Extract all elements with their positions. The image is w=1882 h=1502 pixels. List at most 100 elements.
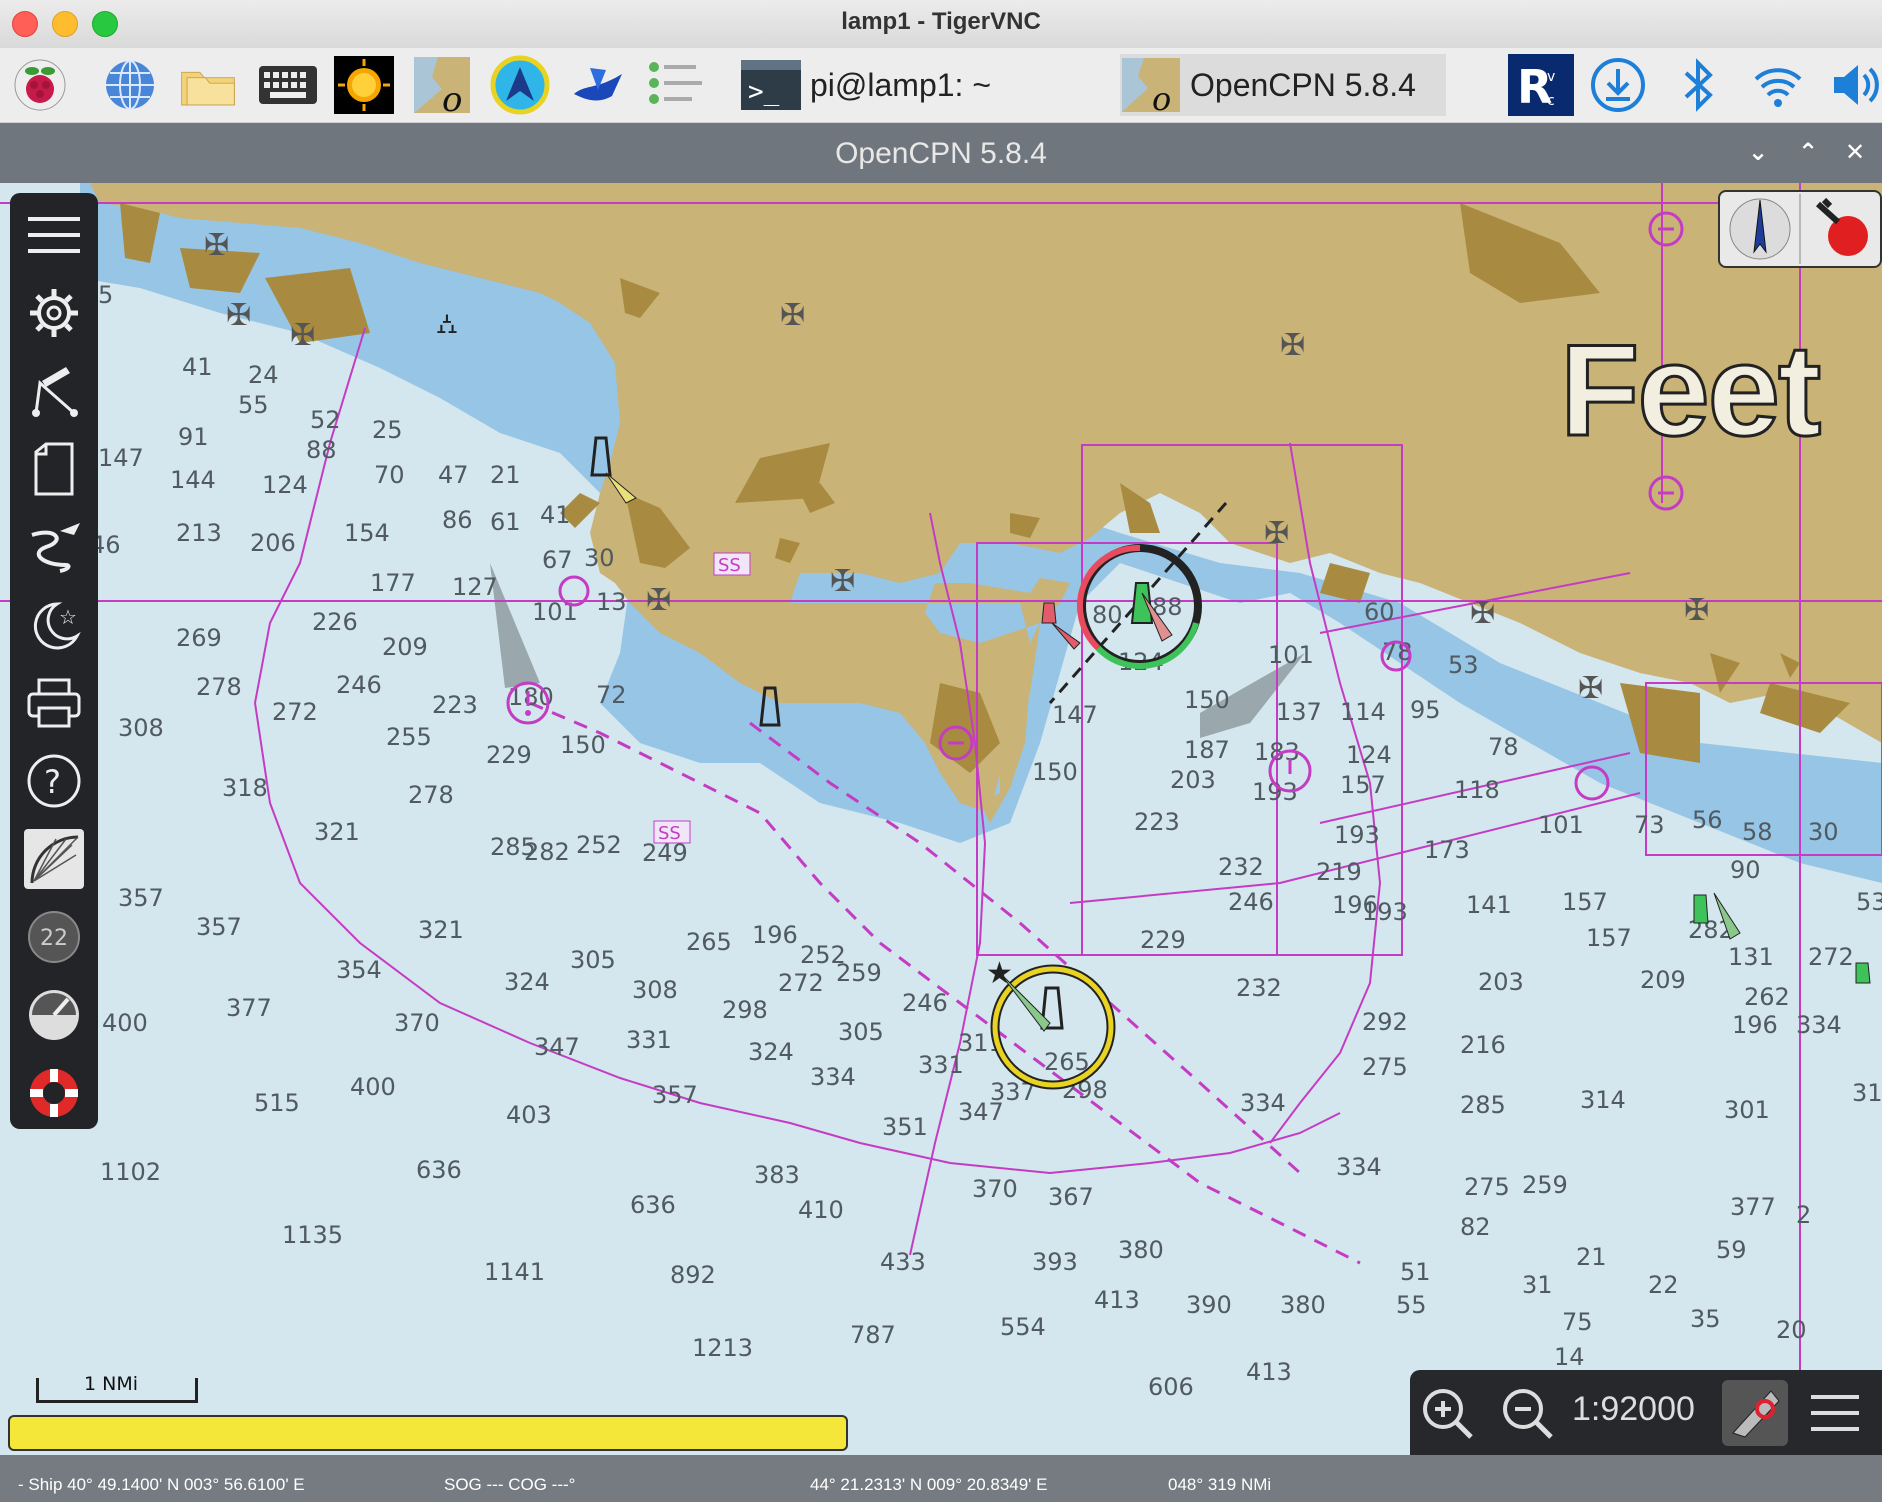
dashboard-icon[interactable] — [24, 985, 84, 1045]
wifi-icon[interactable] — [1748, 56, 1808, 114]
document-icon[interactable] — [24, 439, 84, 499]
svg-text:✠: ✠ — [226, 298, 251, 333]
svg-text:✠: ✠ — [204, 228, 229, 263]
depth-sounding: 35 — [1690, 1305, 1721, 1333]
depth-sounding: 400 — [350, 1073, 396, 1101]
depth-sounding: 606 — [1148, 1373, 1194, 1401]
compass-icon[interactable]: 22 — [24, 907, 84, 967]
depth-sounding: 275 — [1464, 1173, 1510, 1201]
depth-sounding: 232 — [1236, 974, 1282, 1002]
radar-icon[interactable] — [24, 829, 84, 889]
opencpn-launcher-icon[interactable]: o — [412, 56, 472, 115]
download-icon[interactable] — [1588, 56, 1648, 114]
depth-sounding: 377 — [226, 994, 272, 1022]
depth-sounding: 272 — [1808, 943, 1854, 971]
depth-sounding: 232 — [1218, 853, 1264, 881]
depth-sounding: 285 — [1460, 1091, 1506, 1119]
depth-sounding: 203 — [1170, 766, 1216, 794]
app-launcher-icon[interactable] — [490, 55, 550, 115]
opencpn-task-button[interactable]: o OpenCPN 5.8.4 — [1120, 54, 1446, 116]
task-list-icon[interactable] — [646, 56, 706, 114]
depth-sounding: 144 — [170, 466, 216, 494]
depth-sounding: 636 — [416, 1156, 462, 1184]
depth-sounding: 262 — [1744, 983, 1790, 1011]
zoom-out-icon[interactable] — [1494, 1380, 1560, 1446]
chart-bar-toggle-icon[interactable] — [1722, 1380, 1788, 1446]
ss-label: SS — [718, 555, 741, 576]
app-launcher-2-icon[interactable] — [568, 56, 628, 114]
weather-sun-icon[interactable] — [334, 56, 394, 114]
depth-sounding: 318 — [222, 774, 268, 802]
depth-sounding: 334 — [1240, 1089, 1286, 1117]
depth-sounding: 321 — [314, 818, 360, 846]
lifering-icon[interactable] — [24, 1063, 84, 1123]
chevron-up-icon[interactable]: ⌃ — [1793, 137, 1823, 167]
depth-sounding: 393 — [1032, 1248, 1078, 1276]
web-browser-icon[interactable] — [100, 56, 160, 114]
menu-icon[interactable] — [24, 205, 84, 265]
depth-sounding: 305 — [570, 946, 616, 974]
depth-sounding: 147 — [1052, 701, 1098, 729]
depth-sounding: 124 — [1346, 741, 1392, 769]
depth-sounding: 259 — [1522, 1171, 1568, 1199]
night-mode-icon[interactable]: ☆ — [24, 595, 84, 655]
print-icon[interactable] — [24, 673, 84, 733]
depth-sounding: 56 — [1692, 806, 1723, 834]
svg-text:o: o — [442, 80, 462, 115]
depth-sounding: 305 — [838, 1018, 884, 1046]
depth-sounding: 118 — [1454, 776, 1500, 804]
depth-sounding: 383 — [754, 1161, 800, 1189]
chart-bar-yellow[interactable] — [8, 1415, 848, 1451]
track-icon[interactable] — [24, 517, 84, 577]
chevron-down-icon[interactable]: ⌄ — [1743, 137, 1773, 167]
depth-sounding: 72 — [596, 681, 627, 709]
svg-text:✠: ✠ — [830, 564, 855, 599]
zoom-in-icon[interactable] — [1414, 1380, 1480, 1446]
file-manager-icon[interactable] — [178, 56, 238, 114]
volume-icon[interactable] — [1826, 56, 1882, 114]
depth-sounding: 196 — [752, 921, 798, 949]
depth-sounding: 14 — [1554, 1343, 1585, 1371]
depth-sounding: 259 — [836, 959, 882, 987]
vnc-server-icon[interactable]: Rvc — [1508, 54, 1574, 116]
close-icon[interactable]: ✕ — [1840, 137, 1870, 167]
depth-sounding: 390 — [1186, 1291, 1232, 1319]
hamburger-menu-icon[interactable] — [1802, 1380, 1868, 1446]
depth-sounding: 223 — [432, 691, 478, 719]
depth-sounding: 410 — [798, 1196, 844, 1224]
raspberry-menu-icon[interactable] — [10, 56, 70, 114]
depth-sounding: 150 — [560, 731, 606, 759]
depth-sounding: 380 — [1118, 1236, 1164, 1264]
scale-bar-label: 1 NMi — [84, 1373, 139, 1395]
bluetooth-icon[interactable] — [1668, 56, 1728, 114]
depth-sounding: 131 — [1728, 943, 1774, 971]
depth-sounding: 892 — [670, 1261, 716, 1289]
depth-sounding: 275 — [1362, 1053, 1408, 1081]
depth-sounding: 334 — [1336, 1153, 1382, 1181]
svg-text:★: ★ — [986, 956, 1013, 991]
help-icon[interactable]: ? — [24, 751, 84, 811]
settings-icon[interactable] — [24, 283, 84, 343]
chart-scale-readout: 1:92000 — [1572, 1390, 1695, 1428]
vnc-window-title: lamp1 - TigerVNC — [841, 8, 1041, 35]
depth-sounding: 24 — [248, 361, 279, 389]
svg-text:c: c — [1547, 93, 1555, 109]
depth-sounding: 354 — [336, 956, 382, 984]
depth-sounding: 157 — [1586, 924, 1632, 952]
depth-sounding: 53 — [1856, 888, 1882, 916]
depth-sounding: 88 — [306, 436, 337, 464]
route-icon[interactable] — [24, 361, 84, 421]
svg-text:✠: ✠ — [1684, 593, 1709, 628]
depth-sounding: 282 — [524, 838, 570, 866]
depth-sounding: 177 — [370, 569, 416, 597]
nautical-chart[interactable]: 5 41 24 55 52 25 147 91 88 144 124 70 47… — [0, 183, 1882, 1455]
svg-text:o: o — [1152, 80, 1171, 114]
depth-sounding: 331 — [626, 1026, 672, 1054]
north-up-compass-panel[interactable] — [1718, 190, 1882, 268]
depth-sounding: 370 — [972, 1175, 1018, 1203]
depth-sounding: 334 — [810, 1063, 856, 1091]
bearing-range-readout: 048° 319 NMi — [1168, 1475, 1272, 1494]
depth-sounding: 246 — [902, 989, 948, 1017]
keyboard-icon[interactable] — [258, 56, 318, 114]
terminal-task-button[interactable]: >_ pi@lamp1: ~ — [740, 54, 991, 116]
